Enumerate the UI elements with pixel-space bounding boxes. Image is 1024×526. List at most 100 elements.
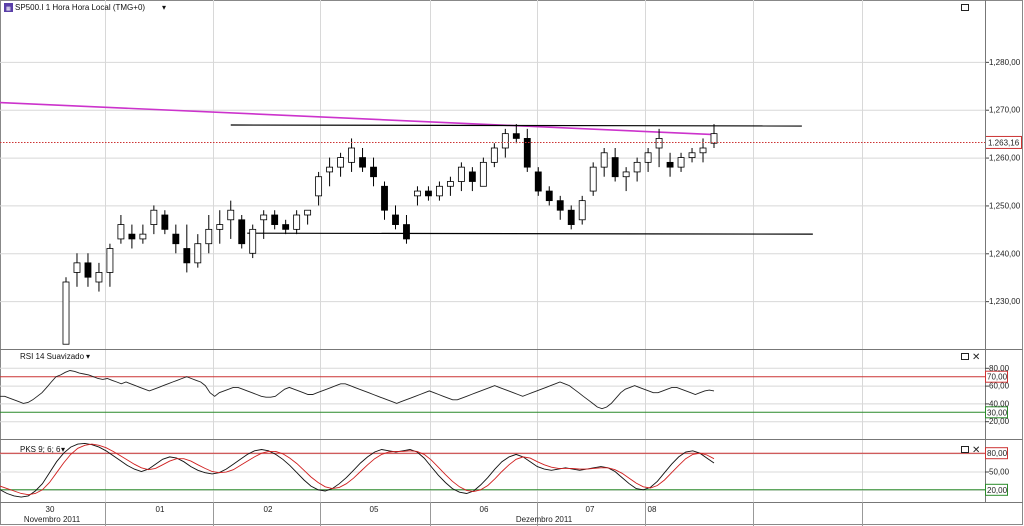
candle-body [348,147,355,163]
pks-level-label: 80,00 [987,449,1008,458]
candle-body [326,166,334,173]
chart-canvas[interactable]: 1,280,00 1,270,00 1,260,00 1,250,00 1,240,00… [0,0,1024,526]
pks-tick-label: 50,00 [989,468,1010,477]
candle-body [370,166,377,178]
chart-frame [0,0,1023,525]
candle-body [677,157,685,168]
candle-body [644,152,652,163]
candle-body [688,152,696,158]
main-title-dropdown-icon[interactable]: ▾ [162,3,166,12]
candle-body [633,161,641,173]
day-label: 08 [648,505,657,514]
candle-body [666,161,674,168]
candle-body [293,214,301,230]
candle-body [501,133,509,149]
candle-body [161,214,169,230]
candle-body [106,248,114,273]
y-tick-label: 1,260,00 [989,154,1021,163]
rsi-tick-label: 80,00 [989,364,1010,373]
candle [238,215,246,249]
candle-body [710,133,718,144]
candle-body [139,233,147,240]
day-label: 06 [480,505,489,514]
candle-body [479,161,487,187]
candle-body [117,224,125,240]
chart-window: 1,280,00 1,270,00 1,260,00 1,250,00 1,240,00… [0,0,1024,526]
main-panel-header[interactable]: ▦ SP500.I 1 Hora Hora Local (TMG+0) ▾ [4,3,166,12]
candle-body [238,219,246,245]
pks-panel-title[interactable]: PKS 9; 6; 6 [20,445,61,454]
pks-panel-header[interactable]: PKS 9; 6; 6 ▾ [20,445,65,454]
candle-body [600,152,608,168]
candle-body [271,214,279,225]
candle-body [183,248,191,264]
rsi-maximize-icon[interactable] [961,353,969,360]
rsi-tick-label: 60,00 [989,382,1010,391]
candle-body [227,209,235,221]
candle-body [359,157,366,168]
day-label: 07 [586,505,595,514]
candle-body [304,209,312,216]
candle-body [545,190,553,202]
candle-body [194,243,202,264]
candle-body [622,171,630,178]
candle-body [534,171,542,192]
month-label: Dezembro 2011 [516,515,573,524]
y-tick-label: 1,270,00 [989,106,1021,115]
candle-body [611,157,619,178]
candle-body [260,214,268,221]
candle-body [249,228,257,254]
candle-body [567,209,575,225]
rsi-tick-label: 20,00 [989,417,1010,426]
day-label: 02 [264,505,273,514]
candle-body [457,166,465,182]
rsi-close-icon[interactable]: ✕ [972,352,980,363]
candle-body [699,147,707,154]
rsi-panel-header[interactable]: RSI 14 Suavizado ▾ [20,352,90,361]
pks-title-dropdown-icon[interactable]: ▾ [61,445,65,454]
candle-body [73,262,81,273]
rsi-panel-title[interactable]: RSI 14 Suavizado [20,352,85,361]
candle-body [556,200,564,211]
candle [589,162,597,196]
day-label: 30 [46,505,55,514]
candle-body [84,262,92,278]
y-tick-label: 1,280,00 [989,58,1021,67]
instrument-icon-glyph: ▦ [6,6,11,12]
rsi-level-label: 30,00 [987,408,1008,417]
month-label: Novembro 2011 [24,515,81,524]
candle-body [172,233,180,245]
candle [249,224,257,259]
y-tick-label: 1,250,00 [989,201,1021,210]
candle-body [205,228,213,245]
candle-body [128,233,136,240]
candle-body [315,176,323,197]
candle-body [414,190,421,197]
candle-body [403,224,410,240]
candle-body [216,224,224,230]
pks-axis: 80,00 20,00 50,00 [985,447,1010,496]
main-maximize-icon[interactable] [961,4,969,11]
candle-body [62,281,70,345]
candle [62,277,70,345]
candle-body [589,166,597,192]
candle-body [578,200,586,221]
main-panel-title[interactable]: SP500.I 1 Hora Hora Local (TMG+0) [15,3,145,12]
candle-body [150,209,158,225]
candle-body [512,133,520,139]
candle-body [282,224,290,230]
candle-body [337,157,344,168]
pks-close-icon[interactable]: ✕ [972,445,980,456]
day-label: 05 [370,505,379,514]
y-tick-label: 1,230,00 [989,297,1021,306]
rsi-tick-label: 40,00 [989,399,1010,408]
candle-body [468,171,476,182]
candle-body [95,272,103,283]
rsi-title-dropdown-icon[interactable]: ▾ [86,352,90,361]
candle-body [392,214,399,225]
y-tick-label: 1,240,00 [989,249,1021,258]
candle-body [436,185,443,197]
candle-body [655,138,663,149]
pks-maximize-icon[interactable] [961,446,969,453]
candle-body [425,190,432,197]
